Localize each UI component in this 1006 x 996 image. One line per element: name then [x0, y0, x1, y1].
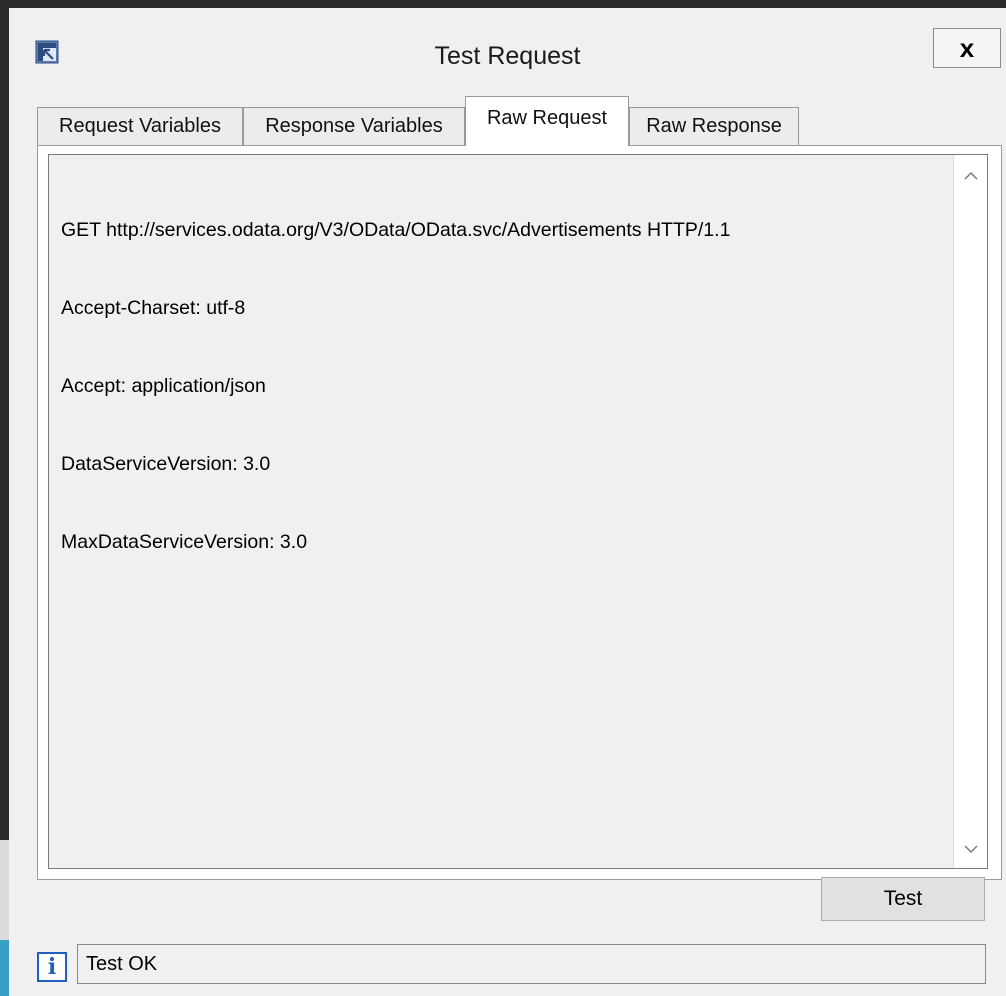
- raw-request-line: MaxDataServiceVersion: 3.0: [61, 531, 308, 553]
- tab-response-variables[interactable]: Response Variables: [243, 107, 465, 145]
- raw-request-text: GET http://services.odata.org/V3/OData/O…: [61, 165, 941, 607]
- tab-request-variables[interactable]: Request Variables: [37, 107, 243, 145]
- chevron-down-icon: [963, 845, 978, 854]
- status-field: Test OK: [77, 944, 986, 984]
- info-icon: i: [37, 952, 67, 982]
- dialog-title: Test Request: [434, 42, 581, 70]
- raw-request-line: Accept-Charset: utf-8: [61, 297, 246, 319]
- test-button[interactable]: Test: [821, 877, 985, 921]
- raw-request-textarea[interactable]: GET http://services.odata.org/V3/OData/O…: [48, 154, 988, 869]
- background-left-teal: [0, 940, 9, 996]
- tab-raw-request[interactable]: Raw Request: [465, 96, 629, 146]
- close-icon: x: [959, 32, 975, 63]
- raw-request-line: DataServiceVersion: 3.0: [61, 453, 271, 475]
- raw-request-panel: GET http://services.odata.org/V3/OData/O…: [37, 145, 1002, 880]
- close-button[interactable]: x: [933, 28, 1001, 68]
- background-top-strip: [0, 0, 1006, 8]
- title-bar: Test Request x: [9, 8, 1006, 90]
- scroll-up-button[interactable]: [954, 159, 987, 193]
- scroll-down-button[interactable]: [954, 832, 987, 866]
- test-request-dialog: Test Request x Request Variables Respons…: [9, 8, 1006, 996]
- chevron-up-icon: [963, 171, 978, 180]
- raw-request-line: Accept: application/json: [61, 375, 266, 397]
- vertical-scrollbar[interactable]: [953, 155, 987, 868]
- tab-raw-response[interactable]: Raw Response: [629, 107, 799, 145]
- tab-strip: Request Variables Response Variables Raw…: [37, 96, 997, 146]
- background-left-dark: [0, 8, 9, 840]
- raw-request-line: GET http://services.odata.org/V3/OData/O…: [61, 219, 731, 241]
